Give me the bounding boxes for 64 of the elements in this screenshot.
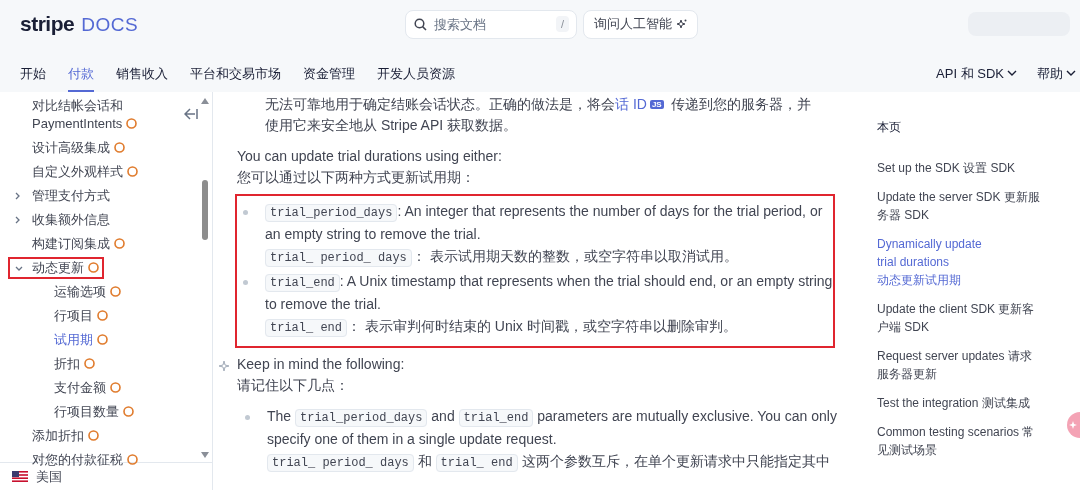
logo-product-name[interactable]: DOCS (81, 11, 139, 40)
body-text: trial_ period_ days 和 trial_ end 这两个参数互斥，在单个更新请求中只能指定其中 (267, 451, 837, 474)
nav-tab[interactable]: 付款 (68, 63, 94, 92)
body-text: trial_end : A Unix timestamp that represents when the trial should end, or an empty string to remove the trial. (265, 272, 833, 314)
dropdown-menu[interactable]: 帮助 (1037, 63, 1076, 92)
chevron-down-icon (1007, 70, 1017, 77)
body-text: You can update trial durations using either: (237, 147, 503, 166)
nav-tab[interactable]: 开始 (20, 63, 46, 92)
sidebar-item[interactable]: 添加折扣 (15, 427, 99, 445)
scrollbar-thumb[interactable] (202, 180, 208, 240)
sparkle-icon (677, 19, 687, 29)
body-text: trial_ period_ days ： 表示试用期天数的整数，或空字符串以取消试用。 (265, 246, 833, 269)
toc-link[interactable]: Update the client SDK 更新客户端 SDK (877, 300, 1042, 336)
scroll-down-icon[interactable] (201, 452, 209, 458)
body-text: 无法可靠地用于确定结账会话状态。正确的做法是，将会话 ID $^{JS}$ 传递到您的服务器，并 (265, 95, 812, 114)
flag-icon (12, 471, 28, 482)
sidebar-item[interactable]: 构建订阅集成 (15, 235, 125, 253)
body-text: trial_ end ： 表示审判何时结束的 Unix 时间戳，或空字符串以删除审判。 (265, 316, 833, 339)
bullet-icon (243, 280, 248, 285)
sidebar-item[interactable]: 对比结帐会话和 PaymentIntents (15, 97, 152, 133)
collapse-sidebar-icon[interactable] (184, 108, 198, 120)
nav-tab[interactable]: 资金管理 (303, 63, 355, 92)
body-text: 使用它来安全地从 Stripe API 获取数据。 (265, 116, 519, 135)
search-icon (414, 17, 427, 31)
toc-link[interactable]: Dynamically update trial durations 动态更新试用期 (877, 235, 1002, 289)
body-text: 您可以通过以下两种方式更新试用期： (237, 168, 476, 187)
chevron-down-icon (1066, 70, 1076, 77)
nav-tab[interactable]: 平台和交易市场 (190, 63, 281, 92)
sidebar-item[interactable]: 对您的付款征税 (15, 451, 138, 469)
country-selector[interactable]: 美国 (36, 466, 62, 487)
bullet-icon (243, 210, 248, 215)
dropdown-menu[interactable]: API 和 SDK (936, 63, 1017, 92)
body-text: Keep in mind the following: (237, 355, 406, 374)
nav-tab[interactable]: 销售收入 (116, 63, 168, 92)
sidebar-item[interactable]: 试用期 (37, 331, 108, 349)
sidebar-item[interactable]: 收集额外信息 (15, 211, 110, 229)
sidebar-item[interactable]: 管理支付方式 (15, 187, 110, 205)
sidebar-item[interactable]: 设计高级集成 (15, 139, 125, 157)
chevron-down-icon (15, 265, 23, 271)
sidebar-item[interactable]: 运输选项 (37, 283, 121, 301)
chevron-right-icon (15, 192, 20, 200)
sidebar-item[interactable]: 支付金额 (37, 379, 121, 397)
chevron-right-icon (15, 216, 20, 224)
sidebar-item[interactable]: 自定义外观样式 (15, 163, 138, 181)
sidebar-item[interactable]: 折扣 (37, 355, 95, 373)
toc-link[interactable]: Update the server SDK 更新服务器 SDK (877, 188, 1042, 224)
toc-link[interactable]: Test the integration 测试集成 (877, 394, 1042, 412)
text-link[interactable]: 话 ID (615, 96, 647, 112)
assistant-icon[interactable] (1064, 412, 1080, 438)
toc-link[interactable]: Set up the SDK 设置 SDK (877, 159, 1042, 177)
body-text: The trial_period_days and trial_end parameters are mutually exclusive. You can only specify one of them in a single update request. (267, 407, 837, 449)
ask-ai-button[interactable]: 询问人工智能 (583, 9, 698, 39)
sidebar-item[interactable]: 动态更新 (10, 259, 102, 277)
sidebar-item[interactable]: 行项目 (37, 307, 108, 325)
body-text: 请记住以下几点： (237, 376, 350, 395)
sidebar-item[interactable]: 行项目数量 (37, 403, 134, 421)
toc-link[interactable]: Request server updates 请求服务器更新 (877, 347, 1042, 383)
toc-link[interactable]: Common testing scenarios 常见测试场景 (877, 423, 1042, 459)
bullet-icon (245, 415, 250, 420)
scroll-up-icon[interactable] (201, 98, 209, 104)
logo-wordmark[interactable]: stripe (20, 8, 75, 40)
nav-tab[interactable]: 开发人员资源 (377, 63, 455, 92)
toc-heading: 本页 (877, 119, 902, 136)
body-text: trial_period_days : An integer that represents the number of days for the trial period, or an empty string to remove the trial. (265, 202, 824, 244)
